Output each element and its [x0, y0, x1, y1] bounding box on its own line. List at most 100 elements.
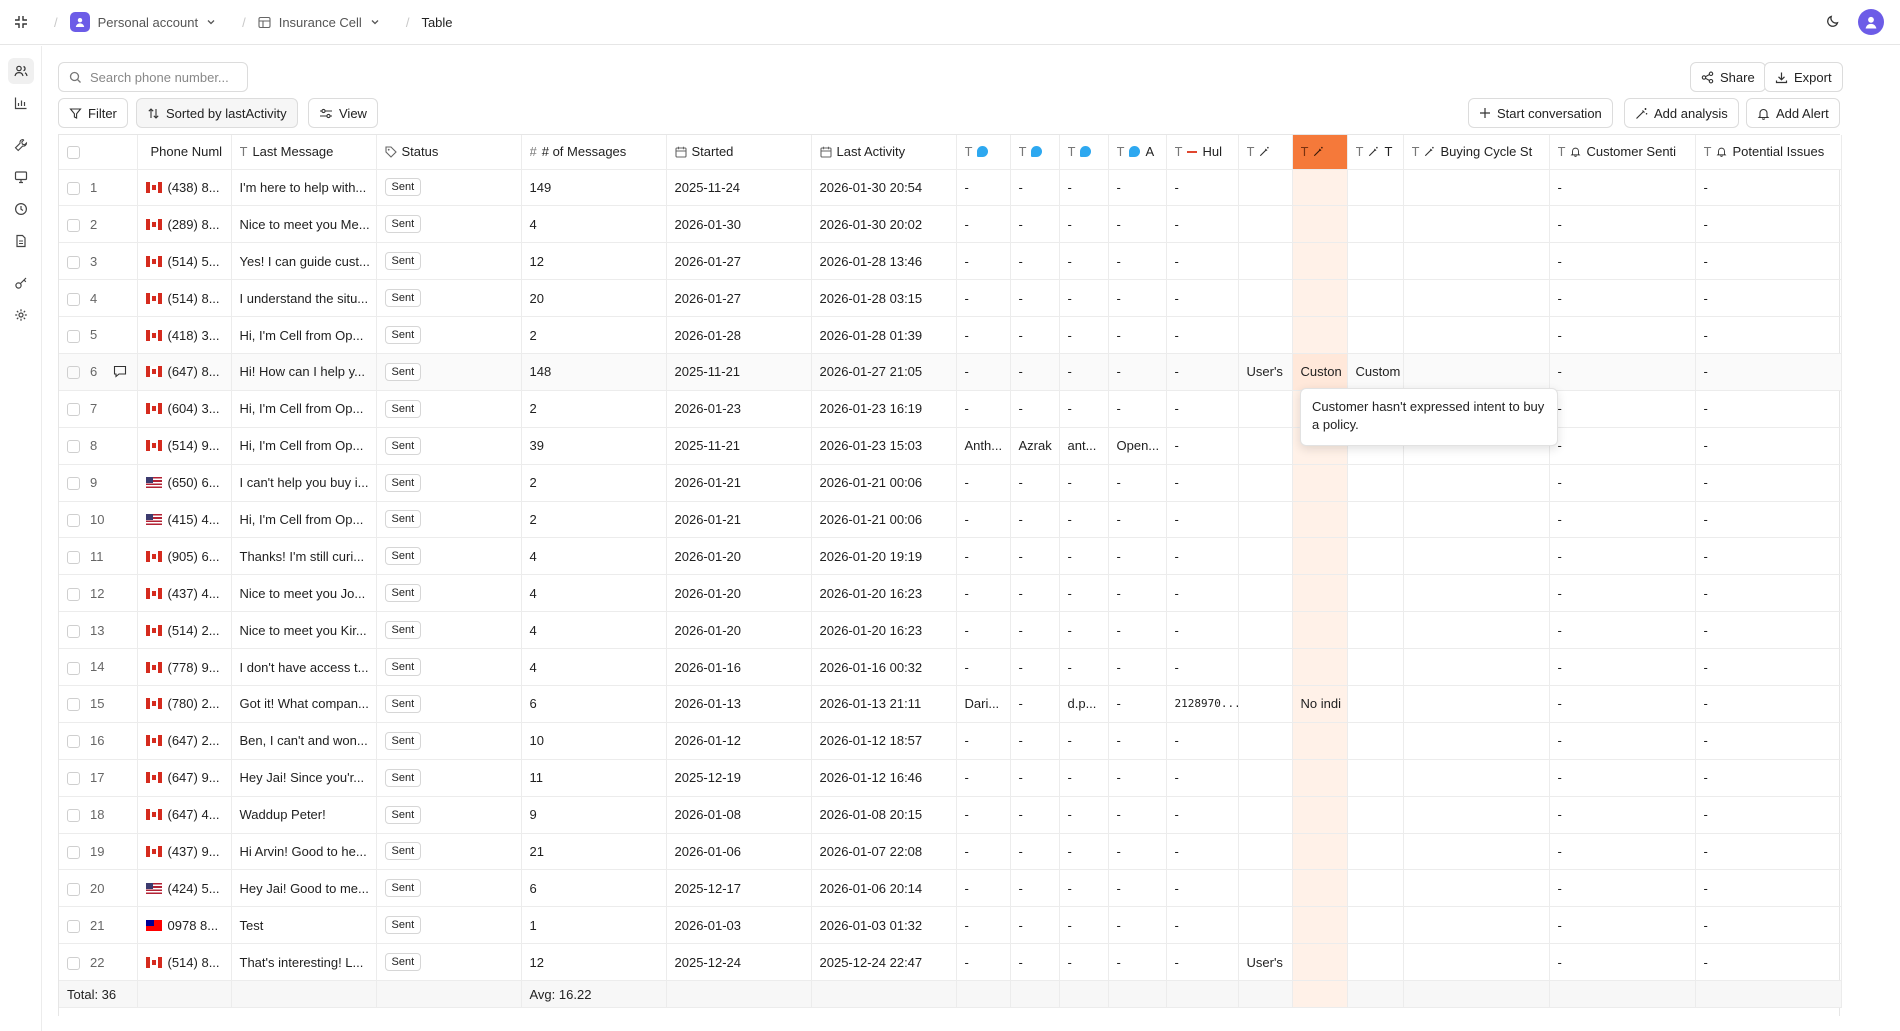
- row-select-cell[interactable]: 16: [59, 722, 138, 760]
- table-row[interactable]: 22 (514) 8... That's interesting! L... Sent…: [59, 943, 1842, 982]
- analysis-cell[interactable]: -: [1010, 906, 1060, 945]
- messages-count-cell[interactable]: 4: [521, 574, 667, 613]
- analysis-cell[interactable]: -: [1549, 242, 1696, 281]
- row-select-cell[interactable]: 13: [59, 611, 138, 650]
- status-cell[interactable]: Sent: [376, 205, 522, 244]
- status-cell[interactable]: Sent: [376, 501, 522, 539]
- row-checkbox[interactable]: [67, 218, 80, 232]
- analysis-cell[interactable]: [1347, 759, 1404, 797]
- analysis-cell[interactable]: -: [1010, 722, 1060, 760]
- row-checkbox[interactable]: [67, 440, 80, 454]
- analysis-cell[interactable]: -: [1166, 722, 1239, 760]
- analysis-cell[interactable]: Dari...: [956, 685, 1011, 723]
- column-header-integration-2[interactable]: T: [1010, 135, 1060, 170]
- row-select-cell[interactable]: 14: [59, 648, 138, 686]
- analysis-cell[interactable]: [1347, 685, 1404, 723]
- nav-monitor-icon[interactable]: [8, 164, 34, 190]
- analysis-cell[interactable]: -: [1695, 574, 1842, 613]
- analysis-cell[interactable]: [1347, 833, 1404, 871]
- nav-analytics-icon[interactable]: [8, 90, 34, 116]
- analysis-cell[interactable]: -: [956, 869, 1011, 908]
- analysis-cell[interactable]: [1403, 501, 1550, 539]
- analysis-cell[interactable]: -: [1695, 501, 1842, 539]
- messages-count-cell[interactable]: 148: [521, 353, 667, 391]
- analysis-cell[interactable]: -: [1549, 390, 1696, 428]
- analysis-cell[interactable]: -: [1010, 648, 1060, 686]
- analysis-cell[interactable]: -: [1108, 316, 1167, 354]
- sort-button[interactable]: Sorted by lastActivity: [136, 98, 298, 128]
- messages-count-cell[interactable]: 12: [521, 242, 667, 281]
- row-checkbox[interactable]: [67, 587, 80, 601]
- phone-cell[interactable]: (778) 9...: [137, 648, 232, 686]
- last-activity-cell[interactable]: 2026-01-20 19:19: [811, 537, 957, 576]
- analysis-cell[interactable]: -: [1695, 427, 1842, 465]
- row-checkbox[interactable]: [67, 809, 80, 823]
- analysis-cell[interactable]: -: [1166, 833, 1239, 871]
- column-header-last-activity[interactable]: Last Activity: [811, 135, 957, 170]
- last-message-cell[interactable]: Hi, I'm Cell from Op...: [231, 390, 377, 428]
- analysis-cell[interactable]: [1403, 169, 1550, 207]
- status-cell[interactable]: Sent: [376, 943, 522, 982]
- analysis-cell[interactable]: [1238, 390, 1293, 428]
- analysis-cell[interactable]: -: [1166, 501, 1239, 539]
- last-message-cell[interactable]: Got it! What compan...: [231, 685, 377, 723]
- analysis-cell[interactable]: Custon: [1292, 353, 1348, 391]
- status-cell[interactable]: Sent: [376, 722, 522, 760]
- last-message-cell[interactable]: Hi, I'm Cell from Op...: [231, 316, 377, 354]
- last-activity-cell[interactable]: 2026-01-08 20:15: [811, 796, 957, 834]
- analysis-cell[interactable]: -: [956, 648, 1011, 686]
- analysis-cell[interactable]: -: [1549, 943, 1696, 982]
- table-row[interactable]: 4 (514) 8... I understand the situ... Sent 2…: [59, 279, 1842, 318]
- analysis-cell[interactable]: [1403, 869, 1550, 908]
- analysis-cell[interactable]: -: [956, 611, 1011, 650]
- analysis-cell[interactable]: [1292, 722, 1348, 760]
- share-button[interactable]: Share: [1690, 62, 1766, 92]
- analysis-cell[interactable]: -: [1108, 464, 1167, 502]
- status-cell[interactable]: Sent: [376, 611, 522, 650]
- analysis-cell[interactable]: -: [1010, 353, 1060, 391]
- analysis-cell[interactable]: -: [1108, 574, 1167, 613]
- row-checkbox[interactable]: [67, 292, 80, 306]
- analysis-cell[interactable]: -: [1059, 464, 1109, 502]
- last-activity-cell[interactable]: 2026-01-20 16:23: [811, 611, 957, 650]
- analysis-cell[interactable]: -: [1695, 205, 1842, 244]
- messages-count-cell[interactable]: 39: [521, 427, 667, 465]
- last-message-cell[interactable]: Hey Jai! Since you'r...: [231, 759, 377, 797]
- started-cell[interactable]: 2026-01-12: [666, 722, 812, 760]
- analysis-cell[interactable]: [1238, 869, 1293, 908]
- analysis-cell[interactable]: 2128970...: [1166, 685, 1239, 723]
- analysis-cell[interactable]: -: [1108, 205, 1167, 244]
- status-cell[interactable]: Sent: [376, 427, 522, 465]
- theme-toggle-icon[interactable]: [1826, 14, 1840, 31]
- analysis-cell[interactable]: -: [1166, 353, 1239, 391]
- analysis-cell[interactable]: -: [1059, 759, 1109, 797]
- phone-cell[interactable]: (514) 2...: [137, 611, 232, 650]
- analysis-cell[interactable]: -: [1010, 316, 1060, 354]
- analysis-cell[interactable]: [1403, 796, 1550, 834]
- started-cell[interactable]: 2026-01-27: [666, 242, 812, 281]
- analysis-cell[interactable]: -: [1108, 869, 1167, 908]
- last-activity-cell[interactable]: 2026-01-23 15:03: [811, 427, 957, 465]
- column-header-phone[interactable]: Phone Numl: [137, 135, 232, 170]
- row-select-cell[interactable]: 9: [59, 464, 138, 502]
- analysis-cell[interactable]: -: [1166, 316, 1239, 354]
- last-message-cell[interactable]: Hi, I'm Cell from Op...: [231, 427, 377, 465]
- messages-count-cell[interactable]: 2: [521, 390, 667, 428]
- analysis-cell[interactable]: -: [1010, 759, 1060, 797]
- status-cell[interactable]: Sent: [376, 574, 522, 613]
- analysis-cell[interactable]: -: [1108, 943, 1167, 982]
- status-cell[interactable]: Sent: [376, 316, 522, 354]
- phone-cell[interactable]: (650) 6...: [137, 464, 232, 502]
- analysis-cell[interactable]: -: [1549, 169, 1696, 207]
- column-header-last-message[interactable]: T Last Message: [231, 135, 377, 170]
- last-message-cell[interactable]: Hey Jai! Good to me...: [231, 869, 377, 908]
- row-checkbox[interactable]: [67, 329, 80, 343]
- started-cell[interactable]: 2026-01-13: [666, 685, 812, 723]
- analysis-cell[interactable]: [1238, 279, 1293, 318]
- nav-api-keys-icon[interactable]: [8, 270, 34, 296]
- view-button[interactable]: View: [308, 98, 378, 128]
- analysis-cell[interactable]: -: [1166, 537, 1239, 576]
- analysis-cell[interactable]: -: [1695, 611, 1842, 650]
- analysis-cell[interactable]: -: [1059, 169, 1109, 207]
- row-select-cell[interactable]: 19: [59, 833, 138, 871]
